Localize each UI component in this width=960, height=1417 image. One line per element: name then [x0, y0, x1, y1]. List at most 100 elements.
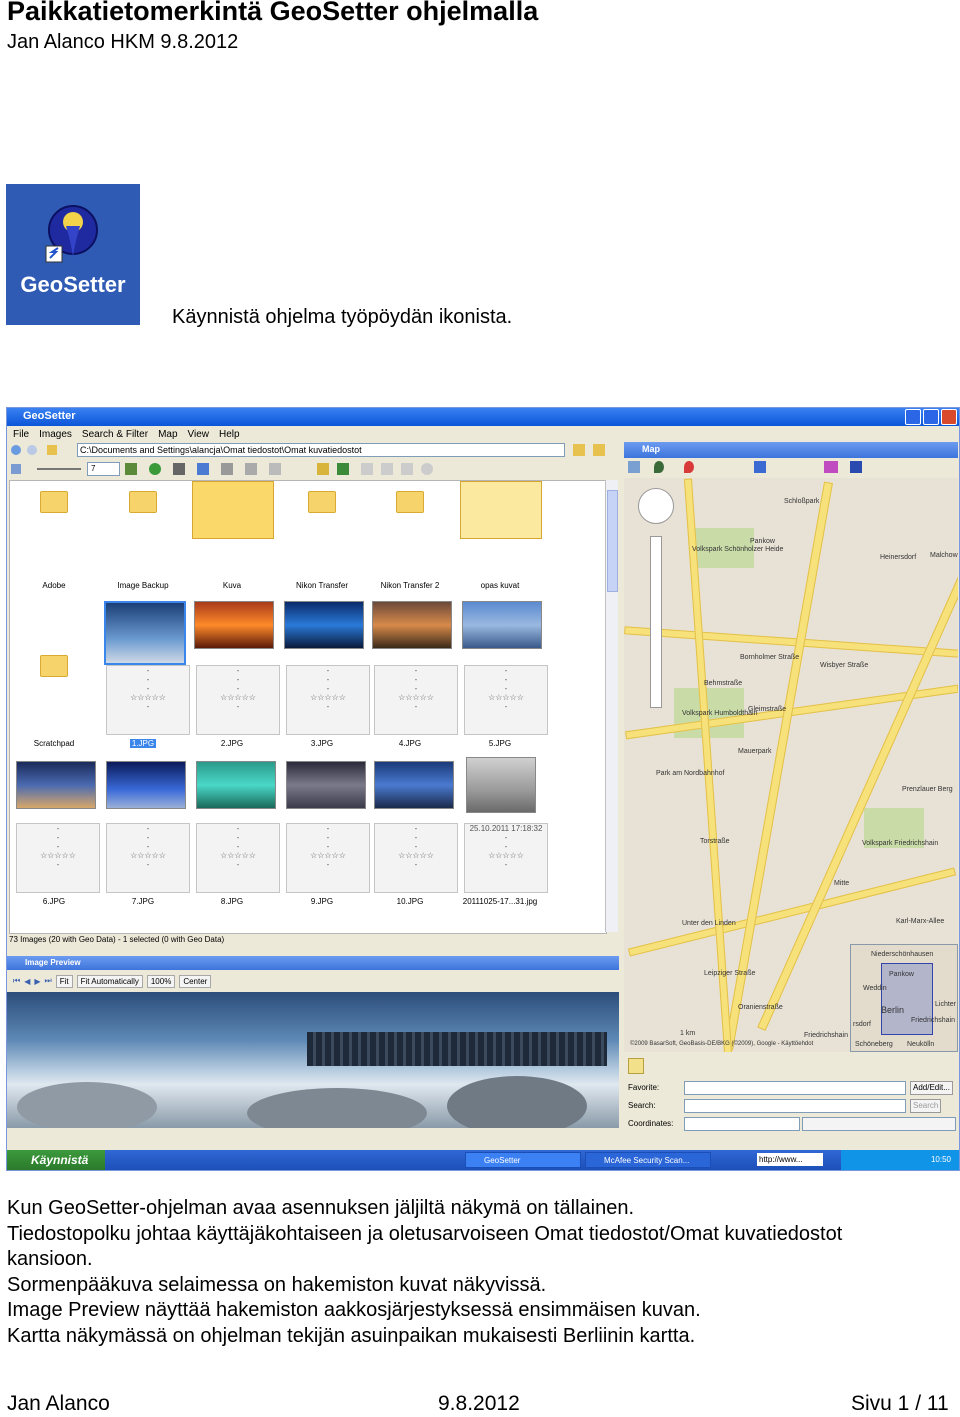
binoculars-icon[interactable] — [173, 463, 185, 475]
rating-stars[interactable]: ☆☆☆☆☆ — [107, 693, 189, 702]
rating-stars[interactable]: ☆☆☆☆☆ — [107, 851, 189, 860]
scrollbar-thumb[interactable] — [607, 490, 618, 592]
folder-item-opas-kuvat[interactable] — [460, 481, 542, 539]
thumbnail-7[interactable] — [106, 761, 186, 809]
map-label: Prenzlauer Berg — [902, 786, 953, 793]
thumbnail-size-slider[interactable] — [37, 468, 81, 470]
thumbnail-5[interactable] — [462, 601, 542, 649]
rating-stars[interactable]: ☆☆☆☆☆ — [287, 851, 369, 860]
thumbnail-1[interactable] — [104, 601, 186, 665]
favorite-folder-icon[interactable] — [573, 444, 585, 456]
redo-icon[interactable] — [381, 463, 393, 475]
forward-icon[interactable] — [27, 445, 37, 455]
tools-icon[interactable] — [754, 461, 766, 473]
thumbnail-8[interactable] — [196, 761, 276, 809]
prev-image-icon[interactable]: ◀ — [24, 977, 30, 986]
thumbnail-3[interactable] — [284, 601, 364, 649]
filter-icon[interactable] — [197, 463, 209, 475]
map-view[interactable]: Schloßpark Pankow Heinersdorf Malchow Vo… — [624, 478, 958, 1052]
image-meta-1: - - - ☆☆☆☆☆ - — [106, 665, 190, 735]
folder-item-nikon-transfer-2[interactable] — [366, 481, 454, 573]
tag-icon[interactable] — [317, 463, 329, 475]
thumbnail-2[interactable] — [194, 601, 274, 649]
undo-icon[interactable] — [361, 463, 373, 475]
folder-item-adobe[interactable] — [10, 481, 98, 573]
rating-stars[interactable]: ☆☆☆☆☆ — [287, 693, 369, 702]
start-button[interactable]: Käynnistä — [7, 1150, 105, 1170]
menu-map[interactable]: Map — [158, 429, 177, 440]
rating-stars[interactable]: ☆☆☆☆☆ — [375, 851, 457, 860]
taskbar-mcafee[interactable]: McAfee Security Scan... — [585, 1152, 711, 1168]
back-arrow-icon[interactable] — [824, 461, 838, 473]
coordinates-field-2 — [802, 1117, 956, 1131]
rating-stars[interactable]: ☆☆☆☆☆ — [465, 693, 547, 702]
fit-automatically-button[interactable]: Fit Automatically — [76, 974, 143, 988]
geosetter-screenshot: GeoSetter File Images Search & Filter Ma… — [6, 407, 960, 1171]
back-icon[interactable] — [11, 445, 21, 455]
geosetter-desktop-icon[interactable]: GeoSetter — [6, 184, 140, 325]
first-image-icon[interactable]: ⏮ — [13, 976, 20, 986]
nav-left-icon[interactable] — [850, 461, 862, 473]
save-icon[interactable] — [401, 463, 413, 475]
open-folder-icon[interactable] — [593, 444, 605, 456]
users-icon[interactable] — [337, 463, 349, 475]
thumbnail-9[interactable] — [286, 761, 366, 809]
thumbnail-scrollbar[interactable] — [605, 480, 618, 932]
image-meta-7: - - - ☆☆☆☆☆ - — [106, 823, 190, 893]
paste-icon[interactable] — [245, 463, 257, 475]
thumbnail-11[interactable] — [466, 757, 536, 813]
path-input[interactable]: C:\Documents and Settings\alancja\Omat t… — [77, 443, 565, 457]
edit-icon[interactable] — [269, 463, 281, 475]
folder-label: Kuva — [222, 581, 242, 590]
favorite-select[interactable] — [684, 1081, 906, 1095]
center-button[interactable]: Center — [179, 974, 212, 988]
coordinates-field[interactable] — [684, 1117, 800, 1131]
menu-help[interactable]: Help — [219, 429, 240, 440]
thumbnail-10[interactable] — [374, 761, 454, 809]
close-icon[interactable] — [941, 409, 957, 425]
folder-item-image-backup[interactable] — [99, 481, 187, 573]
menu-file[interactable]: File — [13, 429, 29, 440]
fit-button[interactable]: Fit — [55, 974, 73, 988]
maximize-icon[interactable] — [923, 409, 939, 425]
cancel-icon[interactable] — [421, 463, 433, 475]
red-marker-icon[interactable] — [684, 461, 694, 473]
marker-icon[interactable] — [654, 461, 664, 473]
last-image-icon[interactable]: ⏭ — [45, 976, 52, 986]
add-edit-button[interactable]: Add/Edit... — [910, 1081, 953, 1095]
thumbnail-4[interactable] — [372, 601, 452, 649]
map-pan-control[interactable] — [638, 488, 674, 524]
rating-stars[interactable]: ☆☆☆☆☆ — [465, 851, 547, 860]
search-button[interactable]: Search — [910, 1099, 942, 1113]
folder-item-nikon-transfer[interactable] — [278, 481, 366, 573]
view-mode-icon[interactable] — [11, 464, 21, 474]
zoom-select[interactable]: 100% — [146, 974, 176, 988]
map-overview-inset[interactable]: Niederschönhausen Pankow Weddin Berlin L… — [850, 944, 958, 1052]
rating-stars[interactable]: ☆☆☆☆☆ — [17, 851, 99, 860]
pencil-icon[interactable] — [628, 1058, 644, 1074]
map-zoom-slider[interactable] — [650, 536, 662, 708]
folder-up-icon[interactable] — [47, 445, 57, 455]
copy-icon[interactable] — [221, 463, 233, 475]
folder-item-scratchpad[interactable] — [10, 599, 98, 759]
taskbar-address[interactable]: http://www... — [757, 1153, 823, 1166]
zoom-value-field[interactable]: 7 — [87, 462, 120, 476]
taskbar-geosetter[interactable]: GeoSetter — [465, 1152, 581, 1168]
map-type-icon[interactable] — [628, 461, 640, 473]
next-image-icon[interactable]: ▶ — [34, 977, 40, 986]
thumbnail-6[interactable] — [16, 761, 96, 809]
desktop-icon-label: GeoSetter — [20, 272, 126, 297]
folder-item-kuva[interactable] — [192, 481, 274, 539]
rating-stars[interactable]: ☆☆☆☆☆ — [197, 693, 279, 702]
menu-images[interactable]: Images — [39, 429, 72, 440]
menu-search-filter[interactable]: Search & Filter — [82, 429, 148, 440]
rating-stars[interactable]: ☆☆☆☆☆ — [197, 851, 279, 860]
rating-stars[interactable]: ☆☆☆☆☆ — [375, 693, 457, 702]
minimize-icon[interactable] — [905, 409, 921, 425]
refresh-icon[interactable] — [149, 463, 161, 475]
search-input[interactable] — [684, 1099, 906, 1113]
inset-label: Lichter — [935, 1001, 957, 1008]
sort-icon[interactable] — [125, 463, 137, 475]
window-title: GeoSetter — [23, 410, 76, 422]
menu-view[interactable]: View — [188, 429, 210, 440]
